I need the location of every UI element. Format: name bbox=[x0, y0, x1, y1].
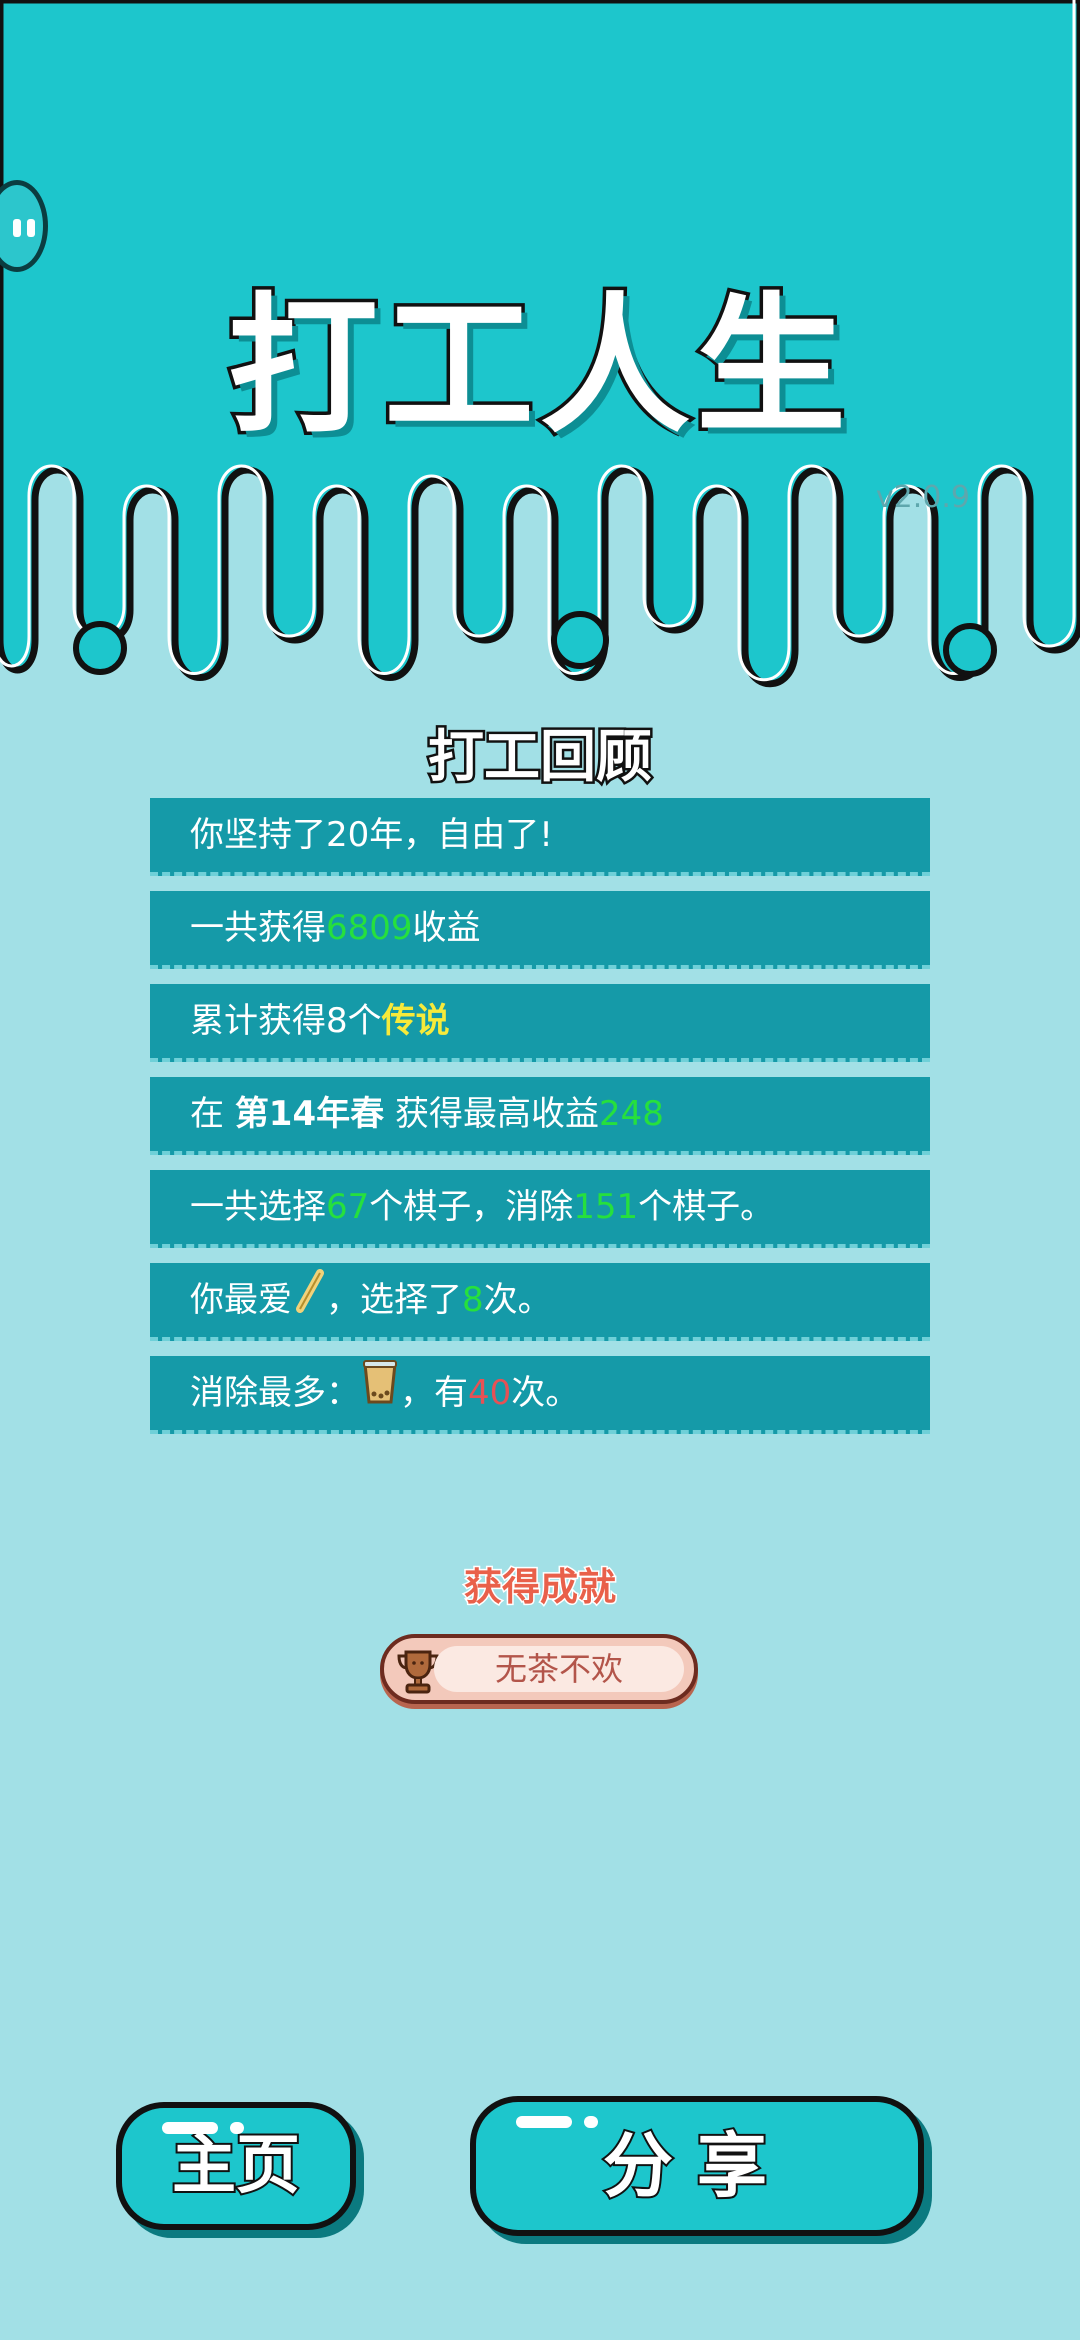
review-row-pieces: 一共选择67个棋子，消除151个棋子。 bbox=[150, 1170, 930, 1248]
share-button-label: 分享 bbox=[601, 2123, 791, 2209]
review-row-income: 一共获得6809收益 bbox=[150, 891, 930, 969]
selected-count: 67 bbox=[326, 1187, 370, 1227]
review-row-most-eliminated: 消除最多： ，有40次。 bbox=[150, 1356, 930, 1434]
review-list: 你坚持了20年，自由了! 一共获得6809收益 累计获得8个传说 在 第14年春… bbox=[150, 798, 930, 1449]
eliminated-count: 151 bbox=[573, 1187, 639, 1227]
achievement-badge[interactable]: 无茶不欢 bbox=[380, 1634, 698, 1704]
legend-highlight: 传说 bbox=[381, 1001, 450, 1041]
review-row-favorite: 你最爱 ，选择了8次。 bbox=[150, 1263, 930, 1341]
achievement-label: 无茶不欢 bbox=[494, 1650, 623, 1688]
game-title: 打工人生 bbox=[224, 277, 852, 458]
income-value: 6809 bbox=[326, 908, 413, 948]
best-season: 第14年春 bbox=[234, 1094, 385, 1134]
review-row-legend: 累计获得8个传说 bbox=[150, 984, 930, 1062]
home-button-label: 主页 bbox=[170, 2127, 302, 2205]
straw-icon bbox=[292, 1265, 326, 1339]
review-title: 打工回顾 bbox=[426, 723, 655, 793]
tea-cup-icon bbox=[360, 1358, 400, 1432]
home-button[interactable]: 主页 bbox=[116, 2102, 356, 2230]
review-row-best-season: 在 第14年春 获得最高收益248 bbox=[150, 1077, 930, 1155]
achievement-title: 获得成就 bbox=[462, 1564, 617, 1611]
review-row-years: 你坚持了20年，自由了! bbox=[150, 798, 930, 876]
favorite-count: 8 bbox=[462, 1280, 484, 1320]
share-button[interactable]: 分享 bbox=[470, 2096, 924, 2236]
most-eliminated-count: 40 bbox=[468, 1373, 512, 1413]
best-income-value: 248 bbox=[598, 1094, 664, 1134]
version-label: v2.0.9 bbox=[875, 480, 970, 515]
